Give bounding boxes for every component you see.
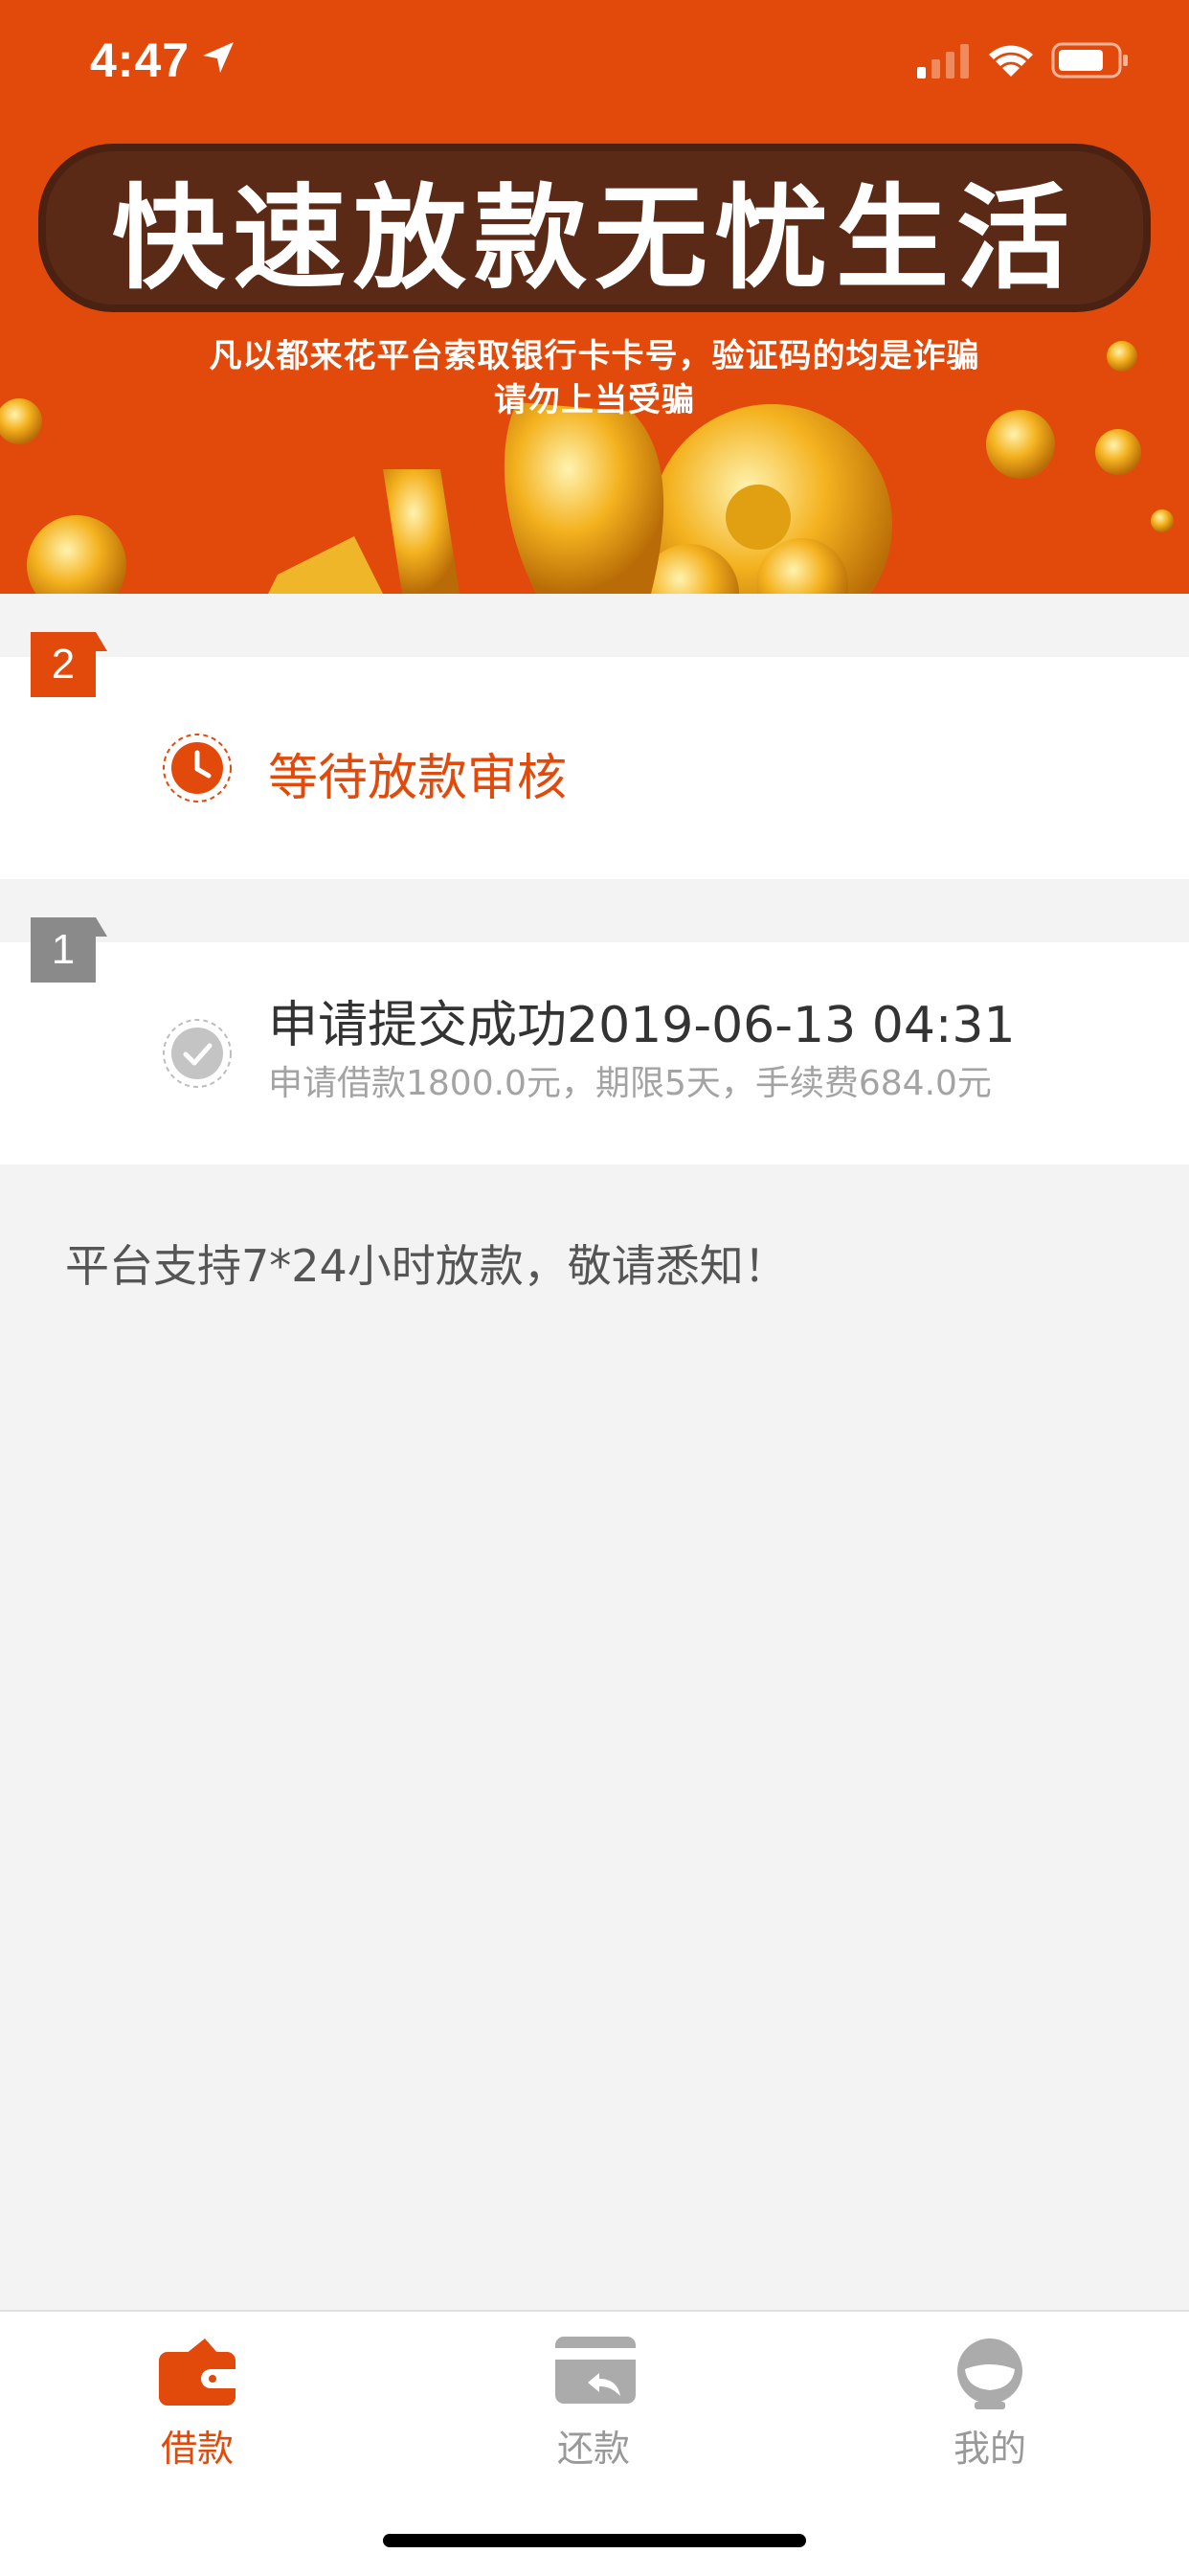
step-detail-submitted: 申请借款1800.0元，期限5天，手续费684.0元 xyxy=(268,1064,992,1103)
tab-repay[interactable]: 还款 xyxy=(450,2312,737,2494)
tab-label: 还款 xyxy=(556,2428,630,2470)
home-indicator xyxy=(383,2534,806,2547)
cellular-signal-icon xyxy=(917,44,969,79)
step-number-badge: 1 xyxy=(31,917,96,983)
banner-warning-line2: 请勿上当受骗 xyxy=(494,381,695,419)
promo-banner: 4:47 快速放款无忧生活 凡以都来花平台索取银行卡卡号，验证码的均是诈骗 请勿… xyxy=(0,0,1189,594)
banner-headline-box: 快速放款无忧生活 xyxy=(46,151,1143,305)
service-notice: 平台支持7*24小时放款，敬请悉知！ xyxy=(65,1240,788,1292)
repay-card-icon xyxy=(555,2337,636,2404)
banner-warning-line1: 凡以都来花平台索取银行卡卡号，验证码的均是诈骗 xyxy=(209,337,980,375)
tab-borrow[interactable]: 借款 xyxy=(54,2312,341,2494)
status-time: 4:47 xyxy=(90,34,191,87)
checkmark-icon xyxy=(163,1019,232,1088)
battery-icon xyxy=(1051,42,1128,79)
profile-icon xyxy=(957,2339,1022,2409)
tab-mine[interactable]: 我的 xyxy=(846,2312,1133,2494)
wifi-icon xyxy=(989,45,1033,77)
step-number-badge: 2 xyxy=(31,632,96,697)
badge-tab xyxy=(96,632,107,651)
wallet-icon xyxy=(159,2339,236,2406)
banner-headline: 快速放款无忧生活 xyxy=(111,171,1077,305)
badge-tab xyxy=(96,917,107,937)
location-arrow-icon xyxy=(203,42,234,73)
clock-icon xyxy=(163,734,232,802)
step-title-pending: 等待放款审核 xyxy=(268,750,568,807)
step-title-submitted: 申请提交成功2019-06-13 04:31 xyxy=(268,997,1016,1054)
tab-label: 我的 xyxy=(953,2428,1026,2470)
status-bar: 4:47 xyxy=(0,0,1189,124)
tab-label: 借款 xyxy=(160,2428,234,2470)
